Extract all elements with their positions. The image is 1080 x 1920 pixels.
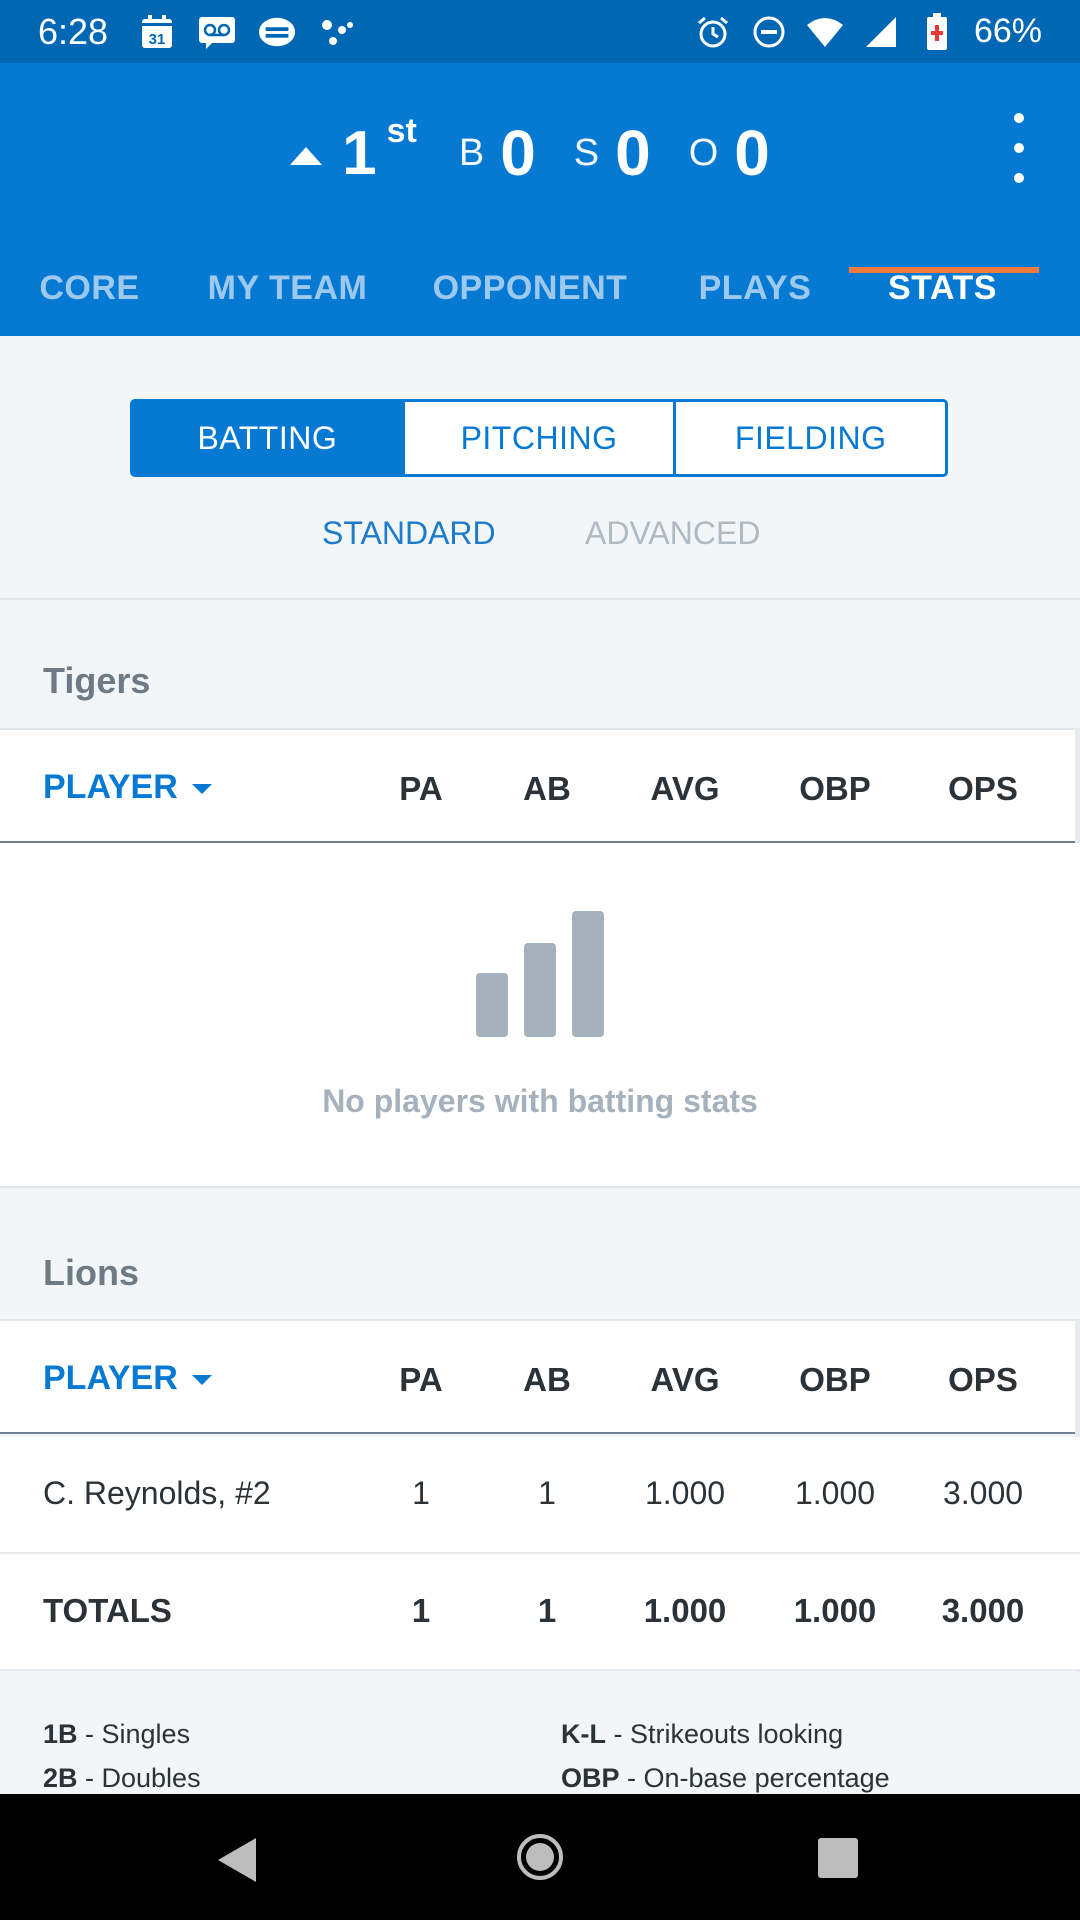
- tab-plays[interactable]: PLAYS: [680, 248, 830, 336]
- col-header-ops[interactable]: OPS: [918, 1361, 1048, 1399]
- tigers-empty-state: No players with batting stats: [0, 843, 1080, 1188]
- team-title-lions: Lions: [43, 1252, 139, 1293]
- table-row[interactable]: C. Reynolds, #2 1 1 1.000 1.000 3.000: [0, 1437, 1080, 1554]
- lions-table-header: PLAYER PA AB AVG OBP OPS: [0, 1319, 1080, 1434]
- player-name: C. Reynolds, #2: [43, 1475, 271, 1511]
- cell-avg: 1.000: [644, 1475, 726, 1511]
- calendar-day: 31: [149, 31, 166, 48]
- tab-stats[interactable]: STATS: [860, 248, 1025, 336]
- battery-icon: [918, 12, 956, 51]
- col-header-avg[interactable]: AVG: [620, 1361, 750, 1399]
- active-tab-indicator: [849, 267, 1039, 273]
- total-ab: 1: [537, 1592, 557, 1629]
- col-header-ab[interactable]: AB: [482, 1361, 612, 1399]
- segment-pitching[interactable]: PITCHING: [405, 402, 677, 474]
- legend-item: 2B - Doubles: [43, 1763, 201, 1793]
- player-sort-header[interactable]: PLAYER: [43, 768, 212, 807]
- strikes-label: S: [573, 131, 600, 174]
- status-time: 6:28: [38, 10, 109, 52]
- divider: [0, 598, 1080, 600]
- total-avg: 1.000: [643, 1592, 727, 1629]
- strikes-count: 0: [615, 117, 651, 189]
- sort-caret-icon: [191, 783, 212, 794]
- signal-icon: [862, 13, 900, 51]
- cell-ab: 1: [538, 1475, 556, 1511]
- player-header-label: PLAYER: [43, 1359, 178, 1397]
- bar-chart-icon: [476, 911, 604, 1037]
- alarm-icon: [694, 13, 732, 51]
- stats-type-segment: BATTING PITCHING FIELDING: [130, 399, 948, 477]
- legend-item: OBP - On-base percentage: [561, 1763, 890, 1793]
- sort-caret-icon: [191, 1374, 212, 1385]
- cell-ops: 3.000: [942, 1475, 1024, 1511]
- game-controller-icon: [258, 13, 296, 51]
- more-options-icon[interactable]: [1004, 113, 1034, 183]
- tab-opponent[interactable]: OPPONENT: [420, 248, 640, 336]
- scoreboard: 1 st B 0 S 0 O 0: [0, 103, 1080, 203]
- team-title-tigers: Tigers: [43, 660, 151, 701]
- dots-icon: [318, 13, 356, 51]
- player-header-label: PLAYER: [43, 768, 178, 806]
- totals-row: TOTALS 1 1 1.000 1.000 3.000: [0, 1554, 1080, 1671]
- horizontal-scroll-edge: [1075, 728, 1080, 843]
- back-icon[interactable]: [218, 1838, 256, 1882]
- totals-label: TOTALS: [43, 1592, 172, 1629]
- legend-item: 1B - Singles: [43, 1719, 191, 1749]
- subtab-standard[interactable]: STANDARD: [322, 515, 496, 552]
- col-header-obp[interactable]: OBP: [770, 1361, 900, 1399]
- outs-label: O: [688, 131, 719, 174]
- inning-top-arrow-icon: [290, 147, 323, 165]
- subtab-advanced[interactable]: ADVANCED: [585, 515, 760, 552]
- system-navigation-bar: [0, 1794, 1080, 1920]
- balls-label: B: [458, 131, 485, 174]
- battery-percent: 66%: [973, 12, 1042, 50]
- col-header-obp[interactable]: OBP: [770, 770, 900, 808]
- col-header-ab[interactable]: AB: [482, 770, 612, 808]
- main-tabs: CORE MY TEAM OPPONENT PLAYS STATS: [0, 248, 1080, 336]
- player-sort-header[interactable]: PLAYER: [43, 1359, 212, 1398]
- outs-count: 0: [734, 117, 770, 189]
- system-icons: 66%: [694, 12, 1042, 51]
- tab-my-team[interactable]: MY TEAM: [190, 248, 385, 336]
- col-header-avg[interactable]: AVG: [620, 770, 750, 808]
- col-header-pa[interactable]: PA: [356, 770, 486, 808]
- col-header-pa[interactable]: PA: [356, 1361, 486, 1399]
- recent-apps-icon[interactable]: [818, 1838, 858, 1878]
- total-obp: 1.000: [793, 1592, 877, 1629]
- tab-core[interactable]: CORE: [22, 248, 157, 336]
- app-header: 1 st B 0 S 0 O 0 CORE MY TEAM OPPONENT P…: [0, 63, 1080, 336]
- stats-legend: 1B - Singles 2B - Doubles K-L - Strikeou…: [0, 1672, 1080, 1794]
- cell-pa: 1: [412, 1475, 430, 1511]
- voicemail-icon: [198, 13, 236, 51]
- col-header-ops[interactable]: OPS: [918, 770, 1048, 808]
- cell-obp: 1.000: [794, 1475, 876, 1511]
- do-not-disturb-icon: [750, 13, 788, 51]
- inning-suffix: st: [386, 111, 417, 150]
- total-pa: 1: [411, 1592, 431, 1629]
- wifi-icon: [806, 13, 844, 51]
- segment-batting[interactable]: BATTING: [133, 402, 405, 474]
- calendar-icon: 31: [138, 13, 176, 51]
- total-ops: 3.000: [941, 1592, 1025, 1629]
- balls-count: 0: [500, 117, 536, 189]
- notification-icons: 31: [138, 13, 356, 51]
- tigers-table-header: PLAYER PA AB AVG OBP OPS: [0, 728, 1080, 843]
- stats-view-subtabs: STANDARD ADVANCED: [0, 515, 1080, 565]
- legend-item: K-L - Strikeouts looking: [561, 1719, 844, 1749]
- home-icon[interactable]: [517, 1834, 563, 1880]
- inning-number: 1: [342, 118, 377, 188]
- status-bar: 6:28 31 66%: [0, 0, 1080, 63]
- segment-fielding[interactable]: FIELDING: [676, 402, 945, 474]
- empty-state-message: No players with batting stats: [322, 1083, 758, 1119]
